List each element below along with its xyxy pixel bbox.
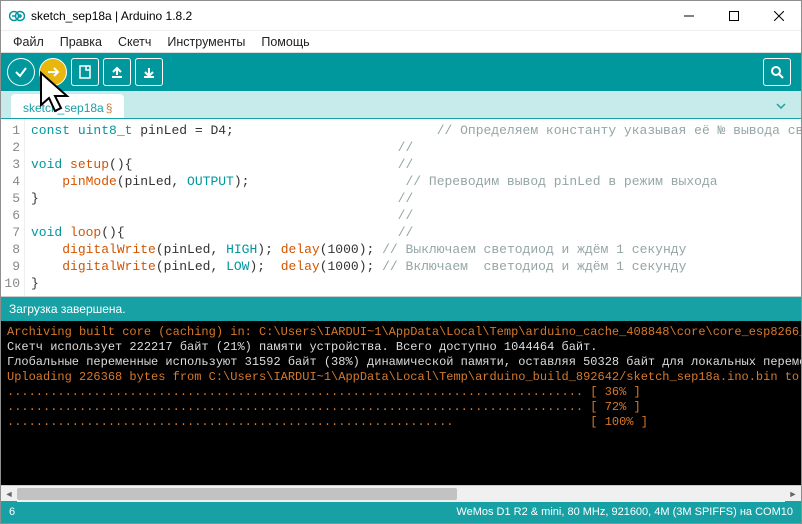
menubar: Файл Правка Скетч Инструменты Помощь (1, 31, 801, 53)
menu-file[interactable]: Файл (5, 33, 52, 51)
save-button[interactable] (135, 58, 163, 86)
verify-button[interactable] (7, 58, 35, 86)
maximize-button[interactable] (711, 1, 756, 30)
close-button[interactable] (756, 1, 801, 30)
minimize-button[interactable] (666, 1, 711, 30)
serial-monitor-button[interactable] (763, 58, 791, 86)
tab-sketch[interactable]: sketch_sep18a § (11, 94, 124, 118)
tab-modified-indicator: § (106, 101, 113, 115)
titlebar: sketch_sep18a | Arduino 1.8.2 (1, 1, 801, 31)
window-title: sketch_sep18a | Arduino 1.8.2 (31, 9, 666, 23)
line-gutter: 12345678910 (1, 119, 25, 296)
open-button[interactable] (103, 58, 131, 86)
upload-button[interactable] (39, 58, 67, 86)
scroll-track[interactable] (17, 486, 785, 502)
scroll-right-arrow[interactable]: ► (785, 486, 801, 502)
footer-line-number: 6 (9, 506, 15, 518)
new-button[interactable] (71, 58, 99, 86)
scroll-thumb[interactable] (17, 488, 457, 500)
console-hscroll[interactable]: ◄ ► (1, 485, 801, 501)
toolbar (1, 53, 801, 91)
tab-menu-button[interactable] (767, 94, 795, 118)
menu-tools[interactable]: Инструменты (159, 33, 253, 51)
code-area[interactable]: const uint8_t pinLed = D4; // Определяем… (25, 119, 801, 296)
arduino-logo-icon (9, 8, 25, 24)
output-console[interactable]: Archiving built core (caching) in: C:\Us… (1, 321, 801, 485)
footer-bar: 6 WeMos D1 R2 & mini, 80 MHz, 921600, 4M… (1, 501, 801, 523)
menu-edit[interactable]: Правка (52, 33, 110, 51)
scroll-left-arrow[interactable]: ◄ (1, 486, 17, 502)
tabbar: sketch_sep18a § (1, 91, 801, 119)
status-bar: Загрузка завершена. (1, 297, 801, 321)
footer-board-info: WeMos D1 R2 & mini, 80 MHz, 921600, 4M (… (456, 506, 793, 518)
tab-label: sketch_sep18a (23, 101, 104, 115)
status-message: Загрузка завершена. (9, 302, 126, 316)
menu-sketch[interactable]: Скетч (110, 33, 159, 51)
menu-help[interactable]: Помощь (253, 33, 317, 51)
code-editor[interactable]: 12345678910 const uint8_t pinLed = D4; /… (1, 119, 801, 297)
